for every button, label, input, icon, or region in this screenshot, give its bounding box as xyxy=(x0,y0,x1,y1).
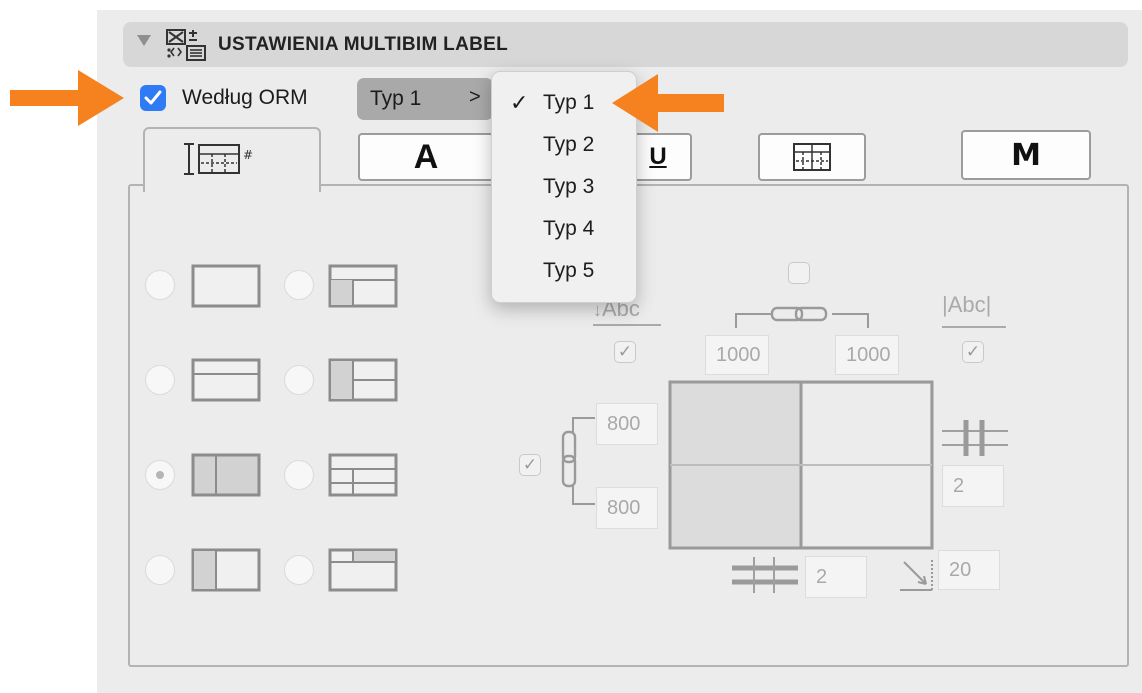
table-grid-icon xyxy=(793,143,831,171)
layout-radio-5-selected[interactable] xyxy=(145,460,175,490)
layout-radio-1[interactable] xyxy=(145,270,175,300)
layout-header-split-icon xyxy=(328,264,398,308)
by-orm-checkbox[interactable] xyxy=(140,85,166,111)
text-width-fit-rule xyxy=(942,326,1006,328)
horizontal-divisions-icon xyxy=(732,557,798,593)
annotation-arrow-left-icon xyxy=(612,74,724,132)
table-layout-icon: # xyxy=(184,143,253,175)
height-bottom-field[interactable]: 800 xyxy=(596,487,658,529)
menu-item-label: Typ 2 xyxy=(543,133,595,156)
corner-radius-icon xyxy=(900,560,933,591)
layout-preview-grid xyxy=(668,380,934,550)
layout-header-row-icon xyxy=(328,548,398,592)
chain-link-horizontal-icon xyxy=(735,306,869,328)
vertical-divisions-icon xyxy=(942,420,1008,456)
marker-tab-glyph: M xyxy=(1011,137,1041,173)
horizontal-divisions-field[interactable]: 2 xyxy=(805,556,867,598)
menu-item-typ-5[interactable]: Typ 5 xyxy=(492,250,636,290)
width-left-field[interactable]: 1000 xyxy=(705,335,769,375)
layout-radio-6[interactable] xyxy=(284,460,314,490)
layout-radio-2[interactable] xyxy=(284,270,314,300)
layout-radio-3[interactable] xyxy=(145,365,175,395)
layout-two-rows-icon xyxy=(191,358,261,402)
menu-item-label: Typ 5 xyxy=(543,259,595,282)
layout-two-columns-icon xyxy=(191,453,261,497)
text-sample-fit: Abc xyxy=(947,292,986,317)
tab-layout[interactable]: # xyxy=(143,127,321,192)
chain-link-vertical-icon xyxy=(561,417,595,505)
annotation-arrow-right-icon xyxy=(10,70,124,126)
underline-tab-glyph: U xyxy=(649,143,667,170)
svg-text:#: # xyxy=(243,148,253,162)
layout-three-rows-icon xyxy=(328,453,398,497)
tab-text[interactable]: A xyxy=(358,133,494,181)
radio-selected-dot xyxy=(156,471,164,479)
tab-marker[interactable]: M xyxy=(961,130,1091,180)
layout-left-column-icon xyxy=(328,358,398,402)
by-orm-label: Według ORM xyxy=(182,86,308,109)
menu-item-typ-4[interactable]: Typ 4 xyxy=(492,208,636,248)
menu-checkmark-icon: ✓ xyxy=(510,90,529,115)
text-width-fit-icon: |Abc| xyxy=(942,292,992,317)
text-top-checkbox[interactable]: ✓ xyxy=(614,341,636,363)
vertical-divisions-field[interactable]: 2 xyxy=(942,465,1004,507)
layout-single-cell-icon xyxy=(191,264,261,308)
layout-radio-4[interactable] xyxy=(284,365,314,395)
disclosure-triangle-icon[interactable] xyxy=(137,35,151,46)
text-fit-checkbox[interactable]: ✓ xyxy=(962,341,984,363)
checkmark-icon xyxy=(144,90,162,105)
link-heights-checkbox[interactable]: ✓ xyxy=(519,454,541,476)
height-top-field[interactable]: 800 xyxy=(596,403,658,445)
text-tab-glyph: A xyxy=(413,137,439,176)
link-widths-checkbox[interactable] xyxy=(788,262,810,284)
layout-radio-7[interactable] xyxy=(145,555,175,585)
menu-item-label: Typ 3 xyxy=(543,175,595,198)
corner-radius-field[interactable]: 20 xyxy=(938,550,1000,590)
layout-radio-8[interactable] xyxy=(284,555,314,585)
menu-item-label: Typ 4 xyxy=(543,217,595,240)
tab-table[interactable] xyxy=(758,133,866,181)
width-right-field[interactable]: 1000 xyxy=(835,335,899,375)
section-title: USTAWIENIA MULTIBIM LABEL xyxy=(218,34,509,55)
layout-left-cell-icon xyxy=(191,548,261,592)
text-top-align-rule xyxy=(593,324,661,326)
menu-item-label: Typ 1 xyxy=(543,91,595,114)
label-settings-icon xyxy=(165,28,209,62)
menu-item-typ-3[interactable]: Typ 3 xyxy=(492,166,636,206)
chevron-right-icon: > xyxy=(469,86,481,108)
type-popup-value: Typ 1 xyxy=(370,87,422,110)
